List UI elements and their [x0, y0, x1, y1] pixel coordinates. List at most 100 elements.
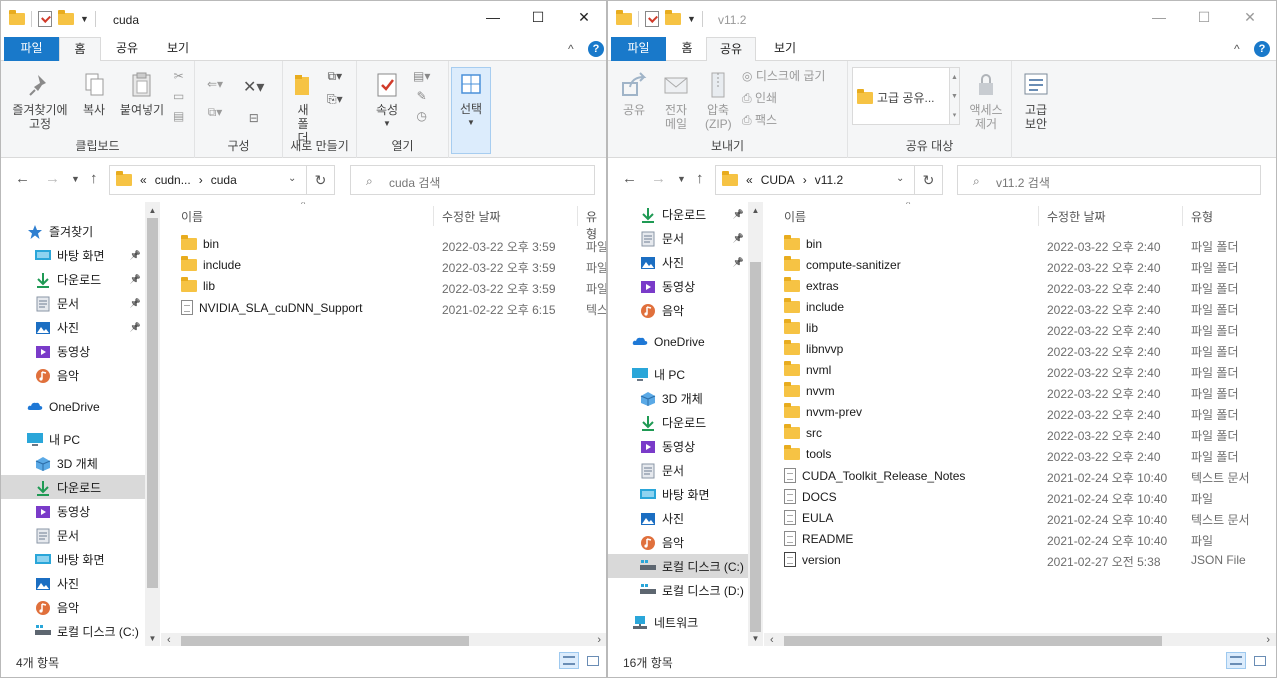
nav-item[interactable]: 음악	[608, 298, 748, 322]
nav-item[interactable]: 로컬 디스크 (C:)	[1, 619, 145, 643]
tab-view[interactable]: 보기	[153, 37, 203, 61]
properties-icon[interactable]	[645, 11, 659, 27]
easy-access-icon[interactable]: ⎘▾	[327, 92, 343, 107]
refresh-button[interactable]: ↻	[307, 165, 335, 195]
file-row[interactable]: nvvm-prev 2022-03-22 오후 2:40 파일 폴더	[764, 402, 1276, 423]
nav-item[interactable]: 동영상	[1, 339, 145, 363]
nav-item[interactable]: 사진	[608, 506, 748, 530]
nav-item[interactable]: 동영상	[608, 434, 748, 458]
copy-to-icon[interactable]: ⧉▾	[208, 105, 223, 120]
column-header-name[interactable]: 이름	[784, 208, 806, 225]
nav-item[interactable]: 바탕 화면	[1, 547, 145, 571]
fax-button[interactable]: ⎙ 팩스	[742, 111, 777, 128]
chevron-down-icon[interactable]: ▼	[80, 14, 89, 24]
recent-locations-chevron-icon[interactable]: ▼	[677, 174, 686, 184]
nav-item[interactable]: 네트워크	[608, 610, 748, 634]
pin-to-quick-access-button[interactable]: 즐겨찾기에 고정	[7, 71, 73, 131]
file-list[interactable]: ^ 이름 수정한 날짜 유형 ‹ › bin 2022-03-22 오후 2:40…	[764, 202, 1276, 648]
nav-scroll-thumb[interactable]	[147, 218, 158, 588]
file-row[interactable]: version 2021-02-27 오전 5:38 JSON File	[764, 549, 1276, 570]
nav-item[interactable]: 다운로드 📌	[608, 202, 748, 226]
scroll-right-icon[interactable]: ›	[1266, 634, 1270, 646]
address-box[interactable]: « CUDA › v11.2 ⌄	[715, 165, 915, 195]
nav-item[interactable]: OneDrive	[1, 395, 145, 419]
breadcrumb-item[interactable]: CUDA	[761, 173, 795, 187]
nav-item[interactable]: 다운로드 📌	[1, 267, 145, 291]
file-row[interactable]: include 2022-03-22 오후 3:59 파일	[161, 255, 606, 276]
new-folder-icon[interactable]	[58, 10, 74, 25]
file-row[interactable]: tools 2022-03-22 오후 2:40 파일 폴더	[764, 444, 1276, 465]
print-button[interactable]: ⎙ 인쇄	[742, 89, 777, 106]
breadcrumb-item[interactable]: v11.2	[815, 173, 843, 187]
nav-scrollbar[interactable]: ▲ ▼	[145, 202, 160, 648]
advanced-security-button[interactable]: 고급 보안	[1016, 71, 1056, 131]
file-row[interactable]: src 2022-03-22 오후 2:40 파일 폴더	[764, 423, 1276, 444]
copy-button[interactable]: 복사	[77, 71, 111, 117]
open-icon[interactable]: ▤▾	[413, 69, 430, 83]
rename-icon[interactable]: ⊟	[249, 111, 259, 125]
nav-item[interactable]: 로컬 디스크 (C:)	[608, 554, 748, 578]
column-divider[interactable]	[1038, 206, 1039, 226]
nav-item[interactable]: 문서 📌	[608, 226, 748, 250]
nav-item[interactable]: 로컬 디스크 (D:)	[608, 578, 748, 602]
minimize-button[interactable]: —	[1149, 9, 1169, 25]
file-row[interactable]: bin 2022-03-22 오후 3:59 파일	[161, 234, 606, 255]
delete-icon[interactable]: ✕▾	[243, 77, 264, 97]
nav-item[interactable]: 사진 📌	[1, 315, 145, 339]
history-icon[interactable]: ◷	[416, 109, 426, 123]
new-folder-button[interactable]: 새 폴더	[287, 71, 319, 145]
tab-view[interactable]: 보기	[760, 37, 810, 61]
cut-icon[interactable]: ✂	[174, 69, 184, 83]
share-button[interactable]: 공유	[616, 71, 652, 117]
file-row[interactable]: nvvm 2022-03-22 오후 2:40 파일 폴더	[764, 381, 1276, 402]
tab-home[interactable]: 홈	[666, 37, 708, 61]
scroll-left-icon[interactable]: ‹	[167, 634, 171, 646]
new-folder-icon[interactable]	[665, 10, 681, 25]
large-icons-view-button[interactable]	[1250, 652, 1270, 669]
nav-item[interactable]: 3D 개체	[608, 386, 748, 410]
file-row[interactable]: bin 2022-03-22 오후 2:40 파일 폴더	[764, 234, 1276, 255]
file-row[interactable]: EULA 2021-02-24 오후 10:40 텍스트 문서	[764, 507, 1276, 528]
select-button[interactable]: 선택 ▼	[451, 67, 491, 154]
advanced-sharing-item[interactable]: 고급 공유...	[857, 88, 935, 106]
up-arrow-icon[interactable]: ↑	[90, 170, 98, 187]
properties-button[interactable]: 속성 ▼	[367, 71, 407, 131]
tab-file[interactable]: 파일	[611, 37, 666, 61]
new-item-icon[interactable]: ⧉▾	[328, 69, 343, 84]
nav-item[interactable]: 문서 📌	[1, 291, 145, 315]
nav-item[interactable]: 동영상	[1, 499, 145, 523]
nav-item[interactable]: OneDrive	[608, 330, 748, 354]
close-button[interactable]: ✕	[574, 9, 594, 26]
details-view-button[interactable]	[559, 652, 579, 669]
file-row[interactable]: nvml 2022-03-22 오후 2:40 파일 폴더	[764, 360, 1276, 381]
collapse-ribbon-icon[interactable]: ^	[1234, 42, 1240, 56]
nav-item[interactable]: 바탕 화면	[608, 482, 748, 506]
forward-arrow-icon[interactable]: →	[651, 170, 666, 187]
nav-item[interactable]: 다운로드	[1, 475, 145, 499]
nav-item[interactable]: 3D 개체	[1, 451, 145, 475]
column-header-name[interactable]: 이름	[181, 208, 203, 225]
nav-item[interactable]: 음악	[608, 530, 748, 554]
zip-button[interactable]: 압축 (ZIP)	[700, 71, 736, 131]
column-divider[interactable]	[577, 206, 578, 226]
help-icon[interactable]: ?	[588, 41, 604, 57]
edit-icon[interactable]: ✎	[417, 89, 427, 103]
navigation-pane[interactable]: 즐겨찾기 바탕 화면 📌 다운로드 📌 문서 📌 사진 📌 동영상 음악 OneDrive 내 PC 3D…	[1, 202, 145, 648]
paste-button[interactable]: 붙여넣기	[117, 71, 167, 117]
tab-file[interactable]: 파일	[4, 37, 59, 61]
chevron-down-icon[interactable]: ▼	[687, 14, 696, 24]
file-row[interactable]: NVIDIA_SLA_cuDNN_Support 2021-02-22 오후 6:…	[161, 297, 606, 318]
file-list[interactable]: ^ 이름 수정한 날짜 유형 ‹ › bin 2022-03-22 오후 3:59…	[161, 202, 606, 648]
nav-item[interactable]: 음악	[1, 363, 145, 387]
details-view-button[interactable]	[1226, 652, 1246, 669]
breadcrumb-item[interactable]: cudn...	[155, 173, 191, 187]
tab-home[interactable]: 홈	[59, 37, 101, 62]
breadcrumb-item[interactable]: cuda	[211, 173, 237, 187]
nav-scrollbar[interactable]: ▲ ▼	[748, 202, 763, 648]
file-row[interactable]: CUDA_Toolkit_Release_Notes 2021-02-24 오후 …	[764, 465, 1276, 486]
column-header-date[interactable]: 수정한 날짜	[1047, 208, 1106, 225]
gallery-scroll[interactable]: ▲ ▼ ▾	[950, 67, 960, 125]
nav-item[interactable]: 음악	[1, 595, 145, 619]
refresh-button[interactable]: ↻	[915, 165, 943, 195]
column-header-type[interactable]: 유형	[1191, 208, 1213, 225]
